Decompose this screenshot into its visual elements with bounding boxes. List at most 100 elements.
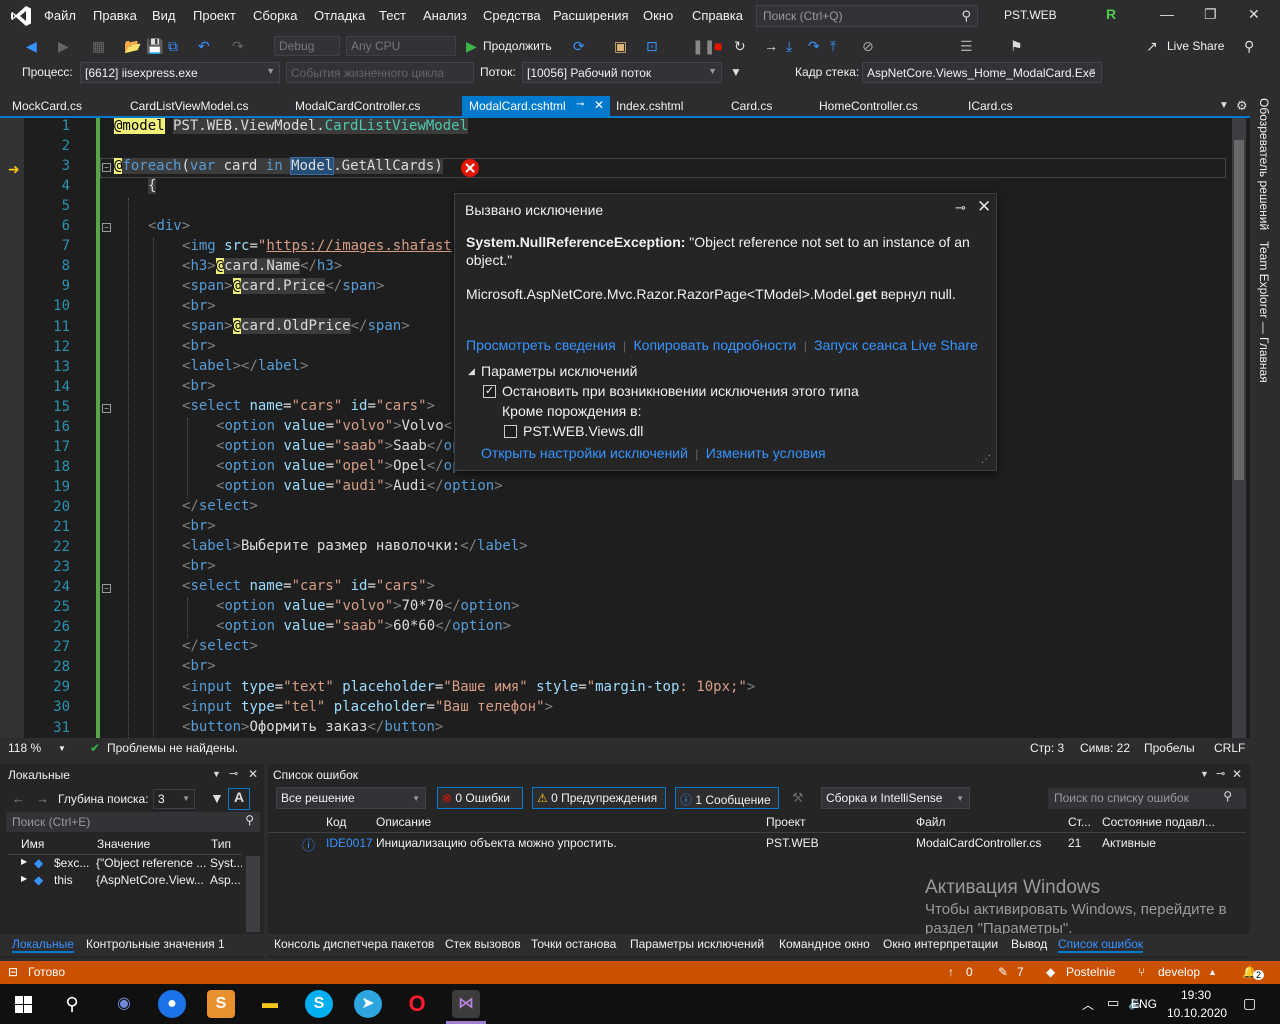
vertical-scrollbar[interactable] <box>1232 118 1246 738</box>
restore-icon[interactable]: ❐ <box>1204 6 1217 23</box>
process-combo[interactable]: [6612] iisexpress.exe ▼ <box>80 62 280 83</box>
solution-explorer-tab[interactable]: Обозреватель решений <box>1257 98 1271 230</box>
col-description[interactable]: Описание <box>376 815 431 829</box>
save-all-icon[interactable]: ⧉ <box>168 38 178 55</box>
open-exception-settings-link[interactable]: Открыть настройки исключений <box>481 445 688 461</box>
eol-indicator[interactable]: CRLF <box>1214 741 1245 755</box>
error-search-input[interactable]: Поиск по списку ошибок ⚲ <box>1048 788 1246 809</box>
text-visualizer-icon[interactable]: A <box>228 788 250 810</box>
menu-tools[interactable]: Средства <box>483 8 541 23</box>
back-icon[interactable]: ← <box>12 791 25 806</box>
hex-icon[interactable]: ⊘ <box>862 38 874 55</box>
config-combo[interactable]: Debug <box>274 36 340 56</box>
network-icon[interactable]: ▭ <box>1107 995 1119 1011</box>
lifecycle-combo[interactable]: События жизненного цикла <box>286 62 474 83</box>
chevron-up-icon[interactable]: ▲ <box>1208 967 1217 977</box>
scrollbar-thumb[interactable] <box>1234 140 1244 480</box>
menu-help[interactable]: Справка <box>692 8 743 23</box>
edit-conditions-link[interactable]: Изменить условия <box>706 445 826 461</box>
sublime-icon[interactable]: S <box>207 990 235 1018</box>
tab-mockcard[interactable]: MockCard.cs <box>0 96 94 116</box>
tab-card[interactable]: Card.cs <box>719 96 784 116</box>
visual-studio-logo-icon[interactable] <box>10 5 32 27</box>
tab-index-cshtml[interactable]: Index.cshtml <box>604 96 695 116</box>
tab-exception-settings[interactable]: Параметры исключений <box>630 937 764 951</box>
tab-error-list[interactable]: Список ошибок <box>1058 937 1144 953</box>
tab-modalcard-cshtml[interactable]: ModalCard.cshtml ⊸ ✕ <box>462 96 610 116</box>
tab-homecontroller[interactable]: HomeController.cs <box>807 96 930 116</box>
show-next-statement-icon[interactable]: → <box>764 38 778 54</box>
close-icon[interactable]: ✕ <box>1232 767 1242 781</box>
col-code[interactable]: Код <box>326 815 346 829</box>
pin-icon[interactable]: ⊸ <box>1216 767 1225 780</box>
back-icon[interactable]: ◀ <box>26 38 37 55</box>
col-file[interactable]: Файл <box>916 815 946 829</box>
messages-filter-button[interactable]: ⓘ 1 Сообщение <box>675 787 779 809</box>
tab-icard[interactable]: ICard.cs <box>956 96 1025 116</box>
col-line[interactable]: Ст... <box>1068 815 1091 829</box>
menu-build[interactable]: Сборка <box>253 8 298 23</box>
open-folder-icon[interactable]: 📂 <box>124 38 141 55</box>
col-project[interactable]: Проект <box>766 815 806 829</box>
step-into-icon[interactable]: ⤓ <box>786 38 792 55</box>
discord-icon[interactable]: ◉ <box>110 990 138 1018</box>
view-details-link[interactable]: Просмотреть сведения <box>466 337 616 353</box>
error-icon[interactable] <box>460 158 480 178</box>
scope-combo[interactable]: Все решение ▼ <box>276 787 426 809</box>
visual-studio-taskbar-icon[interactable]: ⋈ <box>452 990 480 1018</box>
dll-checkbox[interactable] <box>504 425 517 438</box>
pin-icon[interactable]: ⊸ <box>955 200 966 216</box>
clock-time[interactable]: 19:30 <box>1181 988 1211 1002</box>
close-tab-icon[interactable]: ✕ <box>594 98 604 112</box>
tab-watch-1[interactable]: Контрольные значения 1 <box>86 937 225 951</box>
tab-breakpoints[interactable]: Точки останова <box>531 937 616 951</box>
tab-call-stack[interactable]: Стек вызовов <box>445 937 521 951</box>
step-out-icon[interactable]: ⤒ <box>830 38 836 55</box>
pencil-icon[interactable]: ✎ <box>998 965 1008 979</box>
stackframe-combo[interactable]: AspNetCore.Views_Home_ModalCard.Exe ▼ <box>862 62 1102 83</box>
menu-debug[interactable]: Отладка <box>314 8 365 23</box>
fold-icon[interactable]: − <box>102 163 111 172</box>
save-icon[interactable]: 💾 <box>146 38 163 55</box>
feedback-icon[interactable]: ⚲ <box>1244 38 1254 55</box>
liveshare-icon[interactable]: ↗ <box>1146 38 1158 55</box>
step-over-icon[interactable]: ↷ <box>808 38 820 55</box>
process-icon[interactable]: ▣ <box>614 38 627 55</box>
table-row[interactable]: ⓘ IDE0017 Инициализацию объекта можно уп… <box>268 834 1246 853</box>
table-row[interactable]: ▶ ◆ this {AspNetCore.View... Asp... <box>0 872 260 889</box>
branch-icon[interactable]: ⑂ <box>1138 965 1145 979</box>
pause-icon[interactable]: ❚❚ <box>692 38 715 55</box>
copy-details-link[interactable]: Копировать подробности <box>634 337 797 353</box>
zoom-level[interactable]: 118 % <box>8 741 41 755</box>
col-type[interactable]: Тип <box>211 837 231 851</box>
start-liveshare-link[interactable]: Запуск сеанса Live Share <box>814 337 978 353</box>
filter-icon[interactable]: ▼ <box>210 790 224 806</box>
vertical-scrollbar[interactable] <box>246 856 260 932</box>
team-explorer-tab[interactable]: Team Explorer — Главная <box>1257 241 1271 383</box>
depth-combo[interactable]: 3 ▼ <box>153 789 195 809</box>
tab-package-manager-console[interactable]: Консоль диспетчера пакетов <box>274 937 434 951</box>
menu-extensions[interactable]: Расширения <box>553 8 629 23</box>
undo-icon[interactable]: ↶ <box>198 38 210 55</box>
expand-triangle-icon[interactable]: ◢ <box>468 366 475 377</box>
windows-start-icon[interactable] <box>15 996 32 1013</box>
close-icon[interactable]: ✕ <box>977 197 991 217</box>
spaces-indicator[interactable]: Пробелы <box>1144 741 1195 755</box>
warnings-filter-button[interactable]: ⚠ 0 Предупреждения <box>532 787 666 809</box>
branch-name[interactable]: develop <box>1158 965 1200 979</box>
menu-file[interactable]: Файл <box>44 8 76 23</box>
pin-icon[interactable]: ⊸ <box>229 767 238 780</box>
diagnostics-icon[interactable]: ⊡ <box>646 38 658 55</box>
tab-output[interactable]: Вывод <box>1011 937 1047 951</box>
repo-icon[interactable]: ◆ <box>1046 965 1055 979</box>
clock-date[interactable]: 10.10.2020 <box>1167 1006 1227 1020</box>
filter-icon[interactable]: ▼ <box>730 65 742 79</box>
tab-command-window[interactable]: Командное окно <box>779 937 870 951</box>
opera-icon[interactable]: O <box>403 990 431 1018</box>
break-on-exception-checkbox[interactable]: ✓ <box>483 385 496 398</box>
fold-icon[interactable]: − <box>102 584 111 593</box>
locals-search-input[interactable]: Поиск (Ctrl+E) ⚲ <box>6 812 260 832</box>
pin-icon[interactable]: ⊸ <box>576 99 584 110</box>
restart-icon[interactable]: ↻ <box>734 38 746 55</box>
col-name[interactable]: Имя <box>21 837 44 851</box>
